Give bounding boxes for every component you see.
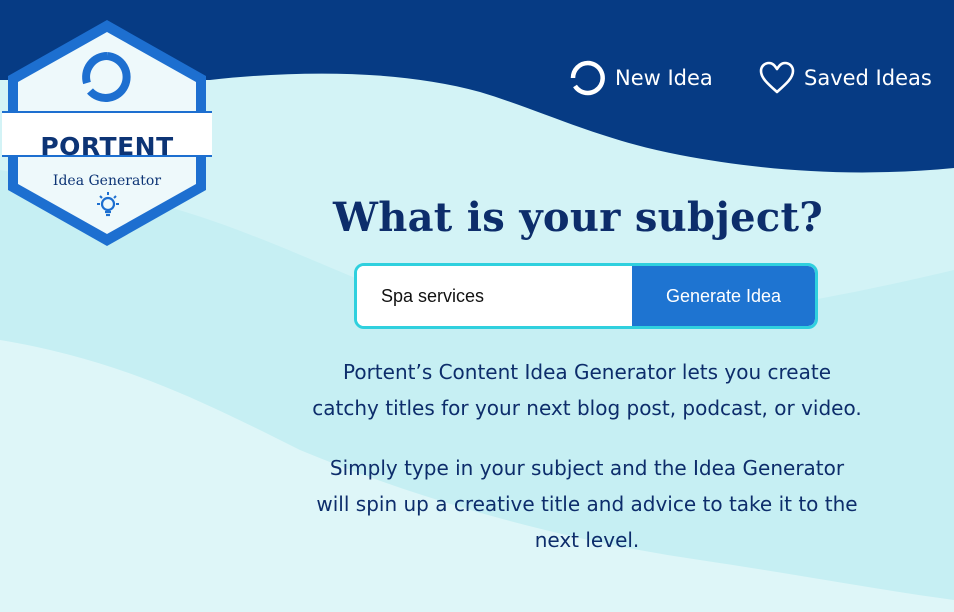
subject-input[interactable] <box>357 266 632 326</box>
new-idea-label: New Idea <box>615 66 713 90</box>
instructions-line: will spin up a creative title and advice… <box>316 492 858 516</box>
logo-brand-text: PORTENT <box>40 132 174 161</box>
instructions-line: next level. <box>534 528 640 552</box>
intro-line: catchy titles for your next blog post, p… <box>312 396 862 420</box>
intro-paragraph: Portent’s Content Idea Generator lets yo… <box>270 354 904 426</box>
instructions-paragraph: Simply type in your subject and the Idea… <box>270 450 904 558</box>
intro-line: Portent’s Content Idea Generator lets yo… <box>342 360 831 384</box>
portent-ring-icon <box>80 50 134 104</box>
instructions-line: Simply type in your subject and the Idea… <box>329 456 845 480</box>
generate-idea-button[interactable]: Generate Idea <box>632 266 815 326</box>
refresh-ring-icon <box>569 59 615 97</box>
saved-ideas-button[interactable]: Saved Ideas <box>758 56 932 100</box>
logo-subtitle: Idea Generator <box>52 173 162 189</box>
heart-outline-icon <box>758 60 804 96</box>
new-idea-button[interactable]: New Idea <box>569 56 713 100</box>
saved-ideas-label: Saved Ideas <box>804 66 932 90</box>
lightbulb-icon <box>92 190 124 222</box>
page-title: What is your subject? <box>332 194 824 241</box>
subject-search-bar: Generate Idea <box>354 263 818 329</box>
portent-logo-badge[interactable]: PORTENT Idea Generator <box>0 14 215 250</box>
